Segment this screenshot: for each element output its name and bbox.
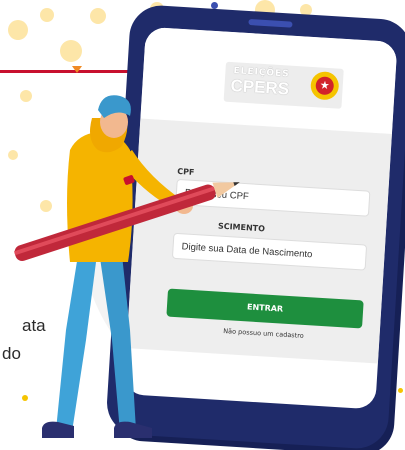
tablet-device: ELEIÇÕES CPERS ★ CPF Digite seu CPF SCIM… [105, 3, 405, 450]
logo-line2: CPERS [230, 76, 290, 99]
tablet-camera [248, 18, 293, 28]
triangle-marker-icon [72, 66, 82, 73]
background-text-line: ata [22, 316, 46, 335]
decorative-dot [22, 395, 28, 401]
decorative-dot [20, 90, 32, 102]
logo-header: ELEIÇÕES CPERS ★ [140, 26, 398, 134]
left-shoe [42, 421, 74, 438]
decorative-dot [90, 8, 106, 24]
cpers-logo: ELEIÇÕES CPERS ★ [223, 61, 344, 109]
star-icon: ★ [315, 76, 335, 96]
birth-date-label: SCIMENTO [217, 221, 266, 234]
login-screen: ELEIÇÕES CPERS ★ CPF Digite seu CPF SCIM… [123, 26, 398, 410]
decorative-dot [110, 96, 118, 104]
decorative-dot [40, 8, 54, 22]
decorative-dot [8, 150, 18, 160]
star-emblem-icon: ★ [309, 70, 340, 101]
decorative-dot [40, 200, 52, 212]
cpf-input[interactable]: Digite seu CPF [175, 178, 371, 217]
decorative-dot [60, 40, 82, 62]
decorative-dot [8, 20, 28, 40]
decorative-dot [398, 388, 403, 393]
cpf-label: CPF [176, 166, 195, 177]
birth-date-input[interactable]: Digite sua Data de Nascimento [171, 232, 368, 271]
background-text: ata do [0, 312, 46, 368]
background-text-line: do [2, 344, 21, 363]
